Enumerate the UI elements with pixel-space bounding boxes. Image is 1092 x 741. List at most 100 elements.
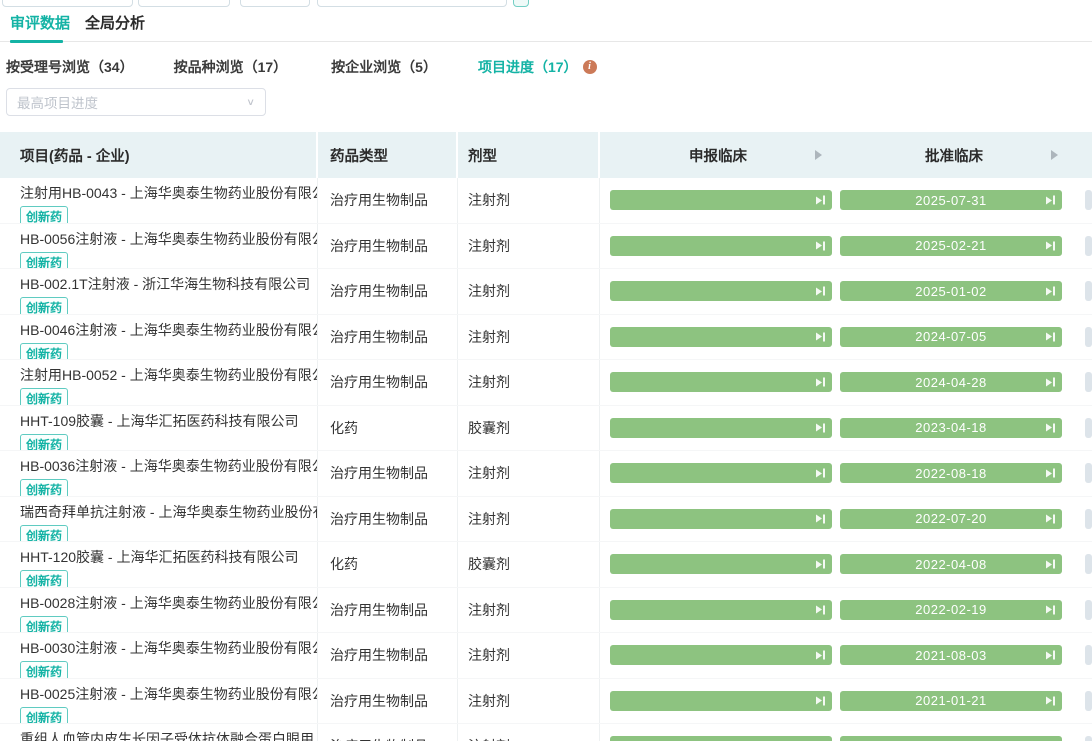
next-stage-bar-partial[interactable] xyxy=(1085,508,1092,529)
innovative-drug-badge: 创新药 xyxy=(20,388,69,405)
clinical-approve-progress-bar[interactable]: 2024-07-05 xyxy=(840,326,1062,347)
clinical-approve-progress-bar[interactable]: 2025-02-21 xyxy=(840,235,1062,256)
clinical-apply-progress-bar[interactable] xyxy=(610,508,832,529)
step-forward-icon xyxy=(815,195,825,205)
subtab-by-company[interactable]: 按企业浏览（5） xyxy=(331,57,437,77)
dosage-form-cell: 注射剂 xyxy=(458,724,600,741)
clinical-apply-cell xyxy=(600,224,836,269)
table-row: HB-0030注射液 - 上海华奥泰生物药业股份有限公司 创新药 治疗用生物制品… xyxy=(0,633,1092,679)
clinical-approve-progress-bar[interactable]: 2021-01-21 xyxy=(840,690,1062,711)
clinical-apply-progress-bar[interactable] xyxy=(610,417,832,438)
clinical-approve-cell: 2020-11-17 xyxy=(836,724,1072,741)
project-cell: HB-0030注射液 - 上海华奥泰生物药业股份有限公司 创新药 xyxy=(0,633,318,678)
next-stage-bar-partial[interactable] xyxy=(1085,281,1092,302)
subtab-by-acceptance-no[interactable]: 按受理号浏览（34） xyxy=(6,57,134,77)
table-row: HHT-120胶囊 - 上海华汇拓医药科技有限公司 创新药 化药 胶囊剂 202… xyxy=(0,542,1092,588)
sort-forward-icon[interactable] xyxy=(1051,150,1058,160)
clinical-apply-cell xyxy=(600,588,836,633)
table-row: HB-0046注射液 - 上海华奥泰生物药业股份有限公司 创新药 治疗用生物制品… xyxy=(0,314,1092,360)
sort-forward-icon[interactable] xyxy=(815,150,822,160)
drug-type-cell: 治疗用生物制品 xyxy=(318,178,458,223)
clinical-approve-progress-bar[interactable]: 2025-07-31 xyxy=(840,190,1062,211)
clinical-apply-progress-bar[interactable] xyxy=(610,190,832,211)
max-progress-select[interactable]: 最高项目进度 ∨ xyxy=(6,88,266,116)
project-cell: 重组人血管内皮生长因子受体抗体融合蛋白眼用 创新药 xyxy=(0,724,318,741)
filter-input-partial-4[interactable] xyxy=(317,0,507,7)
clinical-approve-date: 2022-08-18 xyxy=(915,465,987,481)
top-filter-strip xyxy=(0,0,1092,8)
filter-confirm-button-partial[interactable] xyxy=(513,0,529,7)
chevron-down-icon: ∨ xyxy=(246,96,255,108)
col-header-drug-type: 药品类型 xyxy=(318,132,458,178)
clinical-approve-cell: 2022-07-20 xyxy=(836,497,1072,542)
clinical-apply-progress-bar[interactable] xyxy=(610,599,832,620)
next-stage-bar-partial[interactable] xyxy=(1085,463,1092,484)
step-forward-icon xyxy=(1045,559,1055,569)
project-name: 瑞西奇拜单抗注射液 - 上海华奥泰生物药业股份有限公司 xyxy=(20,503,317,520)
table-row: HB-0036注射液 - 上海华奥泰生物药业股份有限公司 创新药 治疗用生物制品… xyxy=(0,451,1092,497)
step-forward-icon xyxy=(1045,468,1055,478)
clinical-apply-progress-bar[interactable] xyxy=(610,690,832,711)
tab-global-analysis[interactable]: 全局分析 xyxy=(85,12,145,33)
project-name: HB-0046注射液 - 上海华奥泰生物药业股份有限公司 xyxy=(20,321,318,338)
drug-type-cell: 治疗用生物制品 xyxy=(318,724,458,741)
filter-input-partial-3[interactable] xyxy=(240,0,310,7)
clinical-apply-progress-bar[interactable] xyxy=(610,281,832,302)
clinical-apply-progress-bar[interactable] xyxy=(610,554,832,575)
next-stage-bar-partial[interactable] xyxy=(1085,235,1092,256)
clinical-apply-progress-bar[interactable] xyxy=(610,372,832,393)
next-stage-bar-partial[interactable] xyxy=(1085,599,1092,620)
project-name: 重组人血管内皮生长因子受体抗体融合蛋白眼用 xyxy=(20,731,314,741)
clinical-apply-progress-bar[interactable] xyxy=(610,736,832,741)
next-stage-bar-partial[interactable] xyxy=(1085,736,1092,741)
filter-input-partial-2[interactable] xyxy=(138,0,230,7)
next-stage-bar-partial[interactable] xyxy=(1085,372,1092,393)
clinical-approve-progress-bar[interactable]: 2022-04-08 xyxy=(840,554,1062,575)
step-forward-icon xyxy=(815,286,825,296)
step-forward-icon xyxy=(815,514,825,524)
clinical-approve-progress-bar[interactable]: 2021-08-03 xyxy=(840,645,1062,666)
subtab-by-variety[interactable]: 按品种浏览（17） xyxy=(174,57,288,77)
step-forward-icon xyxy=(815,468,825,478)
next-stage-bar-partial[interactable] xyxy=(1085,190,1092,211)
drug-type-cell: 化药 xyxy=(318,405,458,450)
clinical-approve-progress-bar[interactable]: 2022-08-18 xyxy=(840,463,1062,484)
next-stage-cell xyxy=(1072,406,1092,451)
next-stage-bar-partial[interactable] xyxy=(1085,554,1092,575)
clinical-apply-cell xyxy=(600,679,836,724)
next-stage-bar-partial[interactable] xyxy=(1085,417,1092,438)
innovative-drug-badge: 创新药 xyxy=(20,297,69,314)
clinical-approve-progress-bar[interactable]: 2023-04-18 xyxy=(840,417,1062,438)
dosage-form-cell: 注射剂 xyxy=(458,314,600,359)
clinical-apply-progress-bar[interactable] xyxy=(610,326,832,347)
next-stage-cell xyxy=(1072,633,1092,678)
next-stage-bar-partial[interactable] xyxy=(1085,326,1092,347)
clinical-approve-progress-bar[interactable]: 2022-02-19 xyxy=(840,599,1062,620)
filter-input-partial-1[interactable] xyxy=(2,0,133,7)
subtab-project-progress[interactable]: 项目进度（17） xyxy=(478,57,578,77)
step-forward-icon xyxy=(815,423,825,433)
clinical-apply-progress-bar[interactable] xyxy=(610,463,832,484)
tab-review-data[interactable]: 审评数据 xyxy=(10,12,70,33)
clinical-apply-progress-bar[interactable] xyxy=(610,645,832,666)
drug-type-cell: 治疗用生物制品 xyxy=(318,496,458,541)
project-cell: 瑞西奇拜单抗注射液 - 上海华奥泰生物药业股份有限公司 创新药 xyxy=(0,496,318,541)
clinical-approve-progress-bar[interactable]: 2020-11-17 xyxy=(840,736,1062,741)
clinical-apply-progress-bar[interactable] xyxy=(610,235,832,256)
clinical-approve-date: 2021-01-21 xyxy=(915,693,987,709)
info-icon[interactable]: i xyxy=(582,60,597,74)
next-stage-bar-partial[interactable] xyxy=(1085,645,1092,666)
next-stage-cell xyxy=(1072,360,1092,405)
project-cell: HB-0046注射液 - 上海华奥泰生物药业股份有限公司 创新药 xyxy=(0,314,318,359)
col-header-dosage-form: 剂型 xyxy=(458,132,600,178)
project-cell: HB-0025注射液 - 上海华奥泰生物药业股份有限公司 创新药 xyxy=(0,678,318,723)
next-stage-bar-partial[interactable] xyxy=(1085,690,1092,711)
next-stage-cell xyxy=(1072,588,1092,633)
innovative-drug-badge: 创新药 xyxy=(20,615,69,632)
clinical-approve-progress-bar[interactable]: 2025-01-02 xyxy=(840,281,1062,302)
project-name: HHT-120胶囊 - 上海华汇拓医药科技有限公司 xyxy=(20,549,299,565)
clinical-approve-progress-bar[interactable]: 2024-04-28 xyxy=(840,372,1062,393)
step-forward-icon xyxy=(1045,195,1055,205)
clinical-approve-progress-bar[interactable]: 2022-07-20 xyxy=(840,508,1062,529)
col-header-clinical-approve-label: 批准临床 xyxy=(925,148,983,165)
